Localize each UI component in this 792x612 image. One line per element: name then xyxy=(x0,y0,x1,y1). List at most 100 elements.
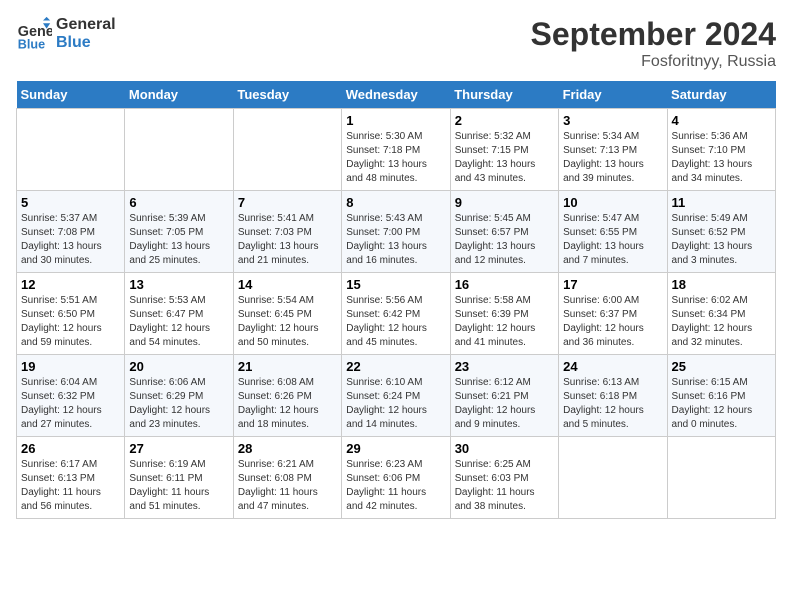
day-number: 22 xyxy=(346,359,445,374)
title-area: September 2024 Fosforitnyy, Russia xyxy=(531,16,776,71)
day-number: 27 xyxy=(129,441,228,456)
day-number: 6 xyxy=(129,195,228,210)
calendar-cell: 30 Sunrise: 6:25 AM Sunset: 6:03 PM Dayli… xyxy=(450,437,558,519)
calendar-cell: 12Sunrise: 5:51 AM Sunset: 6:50 PM Dayli… xyxy=(17,273,125,355)
calendar-cell: 11 Sunrise: 5:49 AM Sunset: 6:52 PM Dayli… xyxy=(667,191,775,273)
weekday-monday: Monday xyxy=(125,81,233,109)
weekday-thursday: Thursday xyxy=(450,81,558,109)
logo: General Blue General Blue xyxy=(16,16,116,52)
day-info: Sunrise: 5:58 AM Sunset: 6:39 PM Dayligh… xyxy=(455,294,554,350)
calendar-cell xyxy=(17,109,125,191)
calendar-cell: 5Sunrise: 5:37 AM Sunset: 7:08 PM Daylig… xyxy=(17,191,125,273)
calendar-cell: 1Sunrise: 5:30 AM Sunset: 7:18 PM Daylig… xyxy=(342,109,450,191)
calendar-cell: 6 Sunrise: 5:39 AM Sunset: 7:05 PM Daylig… xyxy=(125,191,233,273)
calendar-cell: 29 Sunrise: 6:23 AM Sunset: 6:06 PM Dayli… xyxy=(342,437,450,519)
day-number: 30 xyxy=(455,441,554,456)
day-info: Sunrise: 5:32 AM Sunset: 7:15 PM Dayligh… xyxy=(455,130,554,186)
day-number: 13 xyxy=(129,277,228,292)
calendar-cell: 8 Sunrise: 5:43 AM Sunset: 7:00 PM Daylig… xyxy=(342,191,450,273)
logo-general: General xyxy=(56,16,116,34)
day-info: Sunrise: 5:37 AM Sunset: 7:08 PM Dayligh… xyxy=(21,212,120,268)
calendar-cell: 15Sunrise: 5:56 AM Sunset: 6:42 PM Dayli… xyxy=(342,273,450,355)
calendar-header: SundayMondayTuesdayWednesdayThursdayFrid… xyxy=(17,81,776,109)
calendar-cell xyxy=(559,437,667,519)
day-info: Sunrise: 6:25 AM Sunset: 6:03 PM Dayligh… xyxy=(455,458,554,514)
month-title: September 2024 xyxy=(531,16,776,53)
day-info: Sunrise: 6:02 AM Sunset: 6:34 PM Dayligh… xyxy=(672,294,771,350)
day-number: 8 xyxy=(346,195,445,210)
day-info: Sunrise: 5:54 AM Sunset: 6:45 PM Dayligh… xyxy=(238,294,337,350)
day-number: 28 xyxy=(238,441,337,456)
day-info: Sunrise: 6:23 AM Sunset: 6:06 PM Dayligh… xyxy=(346,458,445,514)
day-info: Sunrise: 6:12 AM Sunset: 6:21 PM Dayligh… xyxy=(455,376,554,432)
calendar-cell: 24 Sunrise: 6:13 AM Sunset: 6:18 PM Dayli… xyxy=(559,355,667,437)
calendar-cell: 3 Sunrise: 5:34 AM Sunset: 7:13 PM Daylig… xyxy=(559,109,667,191)
logo-blue: Blue xyxy=(56,34,116,52)
day-number: 25 xyxy=(672,359,771,374)
day-number: 14 xyxy=(238,277,337,292)
day-number: 29 xyxy=(346,441,445,456)
day-info: Sunrise: 5:56 AM Sunset: 6:42 PM Dayligh… xyxy=(346,294,445,350)
calendar-cell xyxy=(667,437,775,519)
day-info: Sunrise: 6:00 AM Sunset: 6:37 PM Dayligh… xyxy=(563,294,662,350)
calendar-table: SundayMondayTuesdayWednesdayThursdayFrid… xyxy=(16,81,776,519)
weekday-wednesday: Wednesday xyxy=(342,81,450,109)
day-number: 1 xyxy=(346,113,445,128)
day-info: Sunrise: 6:08 AM Sunset: 6:26 PM Dayligh… xyxy=(238,376,337,432)
day-number: 26 xyxy=(21,441,120,456)
day-info: Sunrise: 5:53 AM Sunset: 6:47 PM Dayligh… xyxy=(129,294,228,350)
calendar-cell xyxy=(233,109,341,191)
calendar-cell: 2 Sunrise: 5:32 AM Sunset: 7:15 PM Daylig… xyxy=(450,109,558,191)
day-number: 10 xyxy=(563,195,662,210)
day-number: 21 xyxy=(238,359,337,374)
day-info: Sunrise: 5:41 AM Sunset: 7:03 PM Dayligh… xyxy=(238,212,337,268)
calendar-week-row: 1Sunrise: 5:30 AM Sunset: 7:18 PM Daylig… xyxy=(17,109,776,191)
location-title: Fosforitnyy, Russia xyxy=(531,53,776,71)
calendar-cell: 22 Sunrise: 6:10 AM Sunset: 6:24 PM Dayli… xyxy=(342,355,450,437)
day-number: 11 xyxy=(672,195,771,210)
day-info: Sunrise: 6:19 AM Sunset: 6:11 PM Dayligh… xyxy=(129,458,228,514)
weekday-friday: Friday xyxy=(559,81,667,109)
calendar-cell: 26 Sunrise: 6:17 AM Sunset: 6:13 PM Dayli… xyxy=(17,437,125,519)
day-number: 4 xyxy=(672,113,771,128)
day-number: 18 xyxy=(672,277,771,292)
day-number: 16 xyxy=(455,277,554,292)
day-info: Sunrise: 5:34 AM Sunset: 7:13 PM Dayligh… xyxy=(563,130,662,186)
day-info: Sunrise: 6:04 AM Sunset: 6:32 PM Dayligh… xyxy=(21,376,120,432)
calendar-cell: 28Sunrise: 6:21 AM Sunset: 6:08 PM Dayli… xyxy=(233,437,341,519)
day-info: Sunrise: 5:47 AM Sunset: 6:55 PM Dayligh… xyxy=(563,212,662,268)
calendar-cell: 23Sunrise: 6:12 AM Sunset: 6:21 PM Dayli… xyxy=(450,355,558,437)
day-info: Sunrise: 6:10 AM Sunset: 6:24 PM Dayligh… xyxy=(346,376,445,432)
calendar-cell: 16 Sunrise: 5:58 AM Sunset: 6:39 PM Dayli… xyxy=(450,273,558,355)
weekday-tuesday: Tuesday xyxy=(233,81,341,109)
day-info: Sunrise: 5:45 AM Sunset: 6:57 PM Dayligh… xyxy=(455,212,554,268)
calendar-cell: 10 Sunrise: 5:47 AM Sunset: 6:55 PM Dayli… xyxy=(559,191,667,273)
day-number: 19 xyxy=(21,359,120,374)
calendar-cell xyxy=(125,109,233,191)
calendar-week-row: 19 Sunrise: 6:04 AM Sunset: 6:32 PM Dayli… xyxy=(17,355,776,437)
day-info: Sunrise: 6:15 AM Sunset: 6:16 PM Dayligh… xyxy=(672,376,771,432)
calendar-body: 1Sunrise: 5:30 AM Sunset: 7:18 PM Daylig… xyxy=(17,109,776,519)
day-number: 17 xyxy=(563,277,662,292)
calendar-cell: 9 Sunrise: 5:45 AM Sunset: 6:57 PM Daylig… xyxy=(450,191,558,273)
calendar-cell: 4 Sunrise: 5:36 AM Sunset: 7:10 PM Daylig… xyxy=(667,109,775,191)
calendar-cell: 25 Sunrise: 6:15 AM Sunset: 6:16 PM Dayli… xyxy=(667,355,775,437)
day-number: 2 xyxy=(455,113,554,128)
day-number: 9 xyxy=(455,195,554,210)
day-info: Sunrise: 6:17 AM Sunset: 6:13 PM Dayligh… xyxy=(21,458,120,514)
calendar-cell: 27 Sunrise: 6:19 AM Sunset: 6:11 PM Dayli… xyxy=(125,437,233,519)
calendar-cell: 20Sunrise: 6:06 AM Sunset: 6:29 PM Dayli… xyxy=(125,355,233,437)
day-number: 20 xyxy=(129,359,228,374)
day-number: 24 xyxy=(563,359,662,374)
day-info: Sunrise: 5:39 AM Sunset: 7:05 PM Dayligh… xyxy=(129,212,228,268)
day-info: Sunrise: 5:49 AM Sunset: 6:52 PM Dayligh… xyxy=(672,212,771,268)
day-info: Sunrise: 6:13 AM Sunset: 6:18 PM Dayligh… xyxy=(563,376,662,432)
day-number: 3 xyxy=(563,113,662,128)
header: General Blue General Blue September 2024… xyxy=(16,16,776,71)
calendar-week-row: 5Sunrise: 5:37 AM Sunset: 7:08 PM Daylig… xyxy=(17,191,776,273)
calendar-cell: 13 Sunrise: 5:53 AM Sunset: 6:47 PM Dayli… xyxy=(125,273,233,355)
calendar-week-row: 26 Sunrise: 6:17 AM Sunset: 6:13 PM Dayli… xyxy=(17,437,776,519)
day-info: Sunrise: 5:43 AM Sunset: 7:00 PM Dayligh… xyxy=(346,212,445,268)
day-info: Sunrise: 5:36 AM Sunset: 7:10 PM Dayligh… xyxy=(672,130,771,186)
calendar-cell: 18 Sunrise: 6:02 AM Sunset: 6:34 PM Dayli… xyxy=(667,273,775,355)
